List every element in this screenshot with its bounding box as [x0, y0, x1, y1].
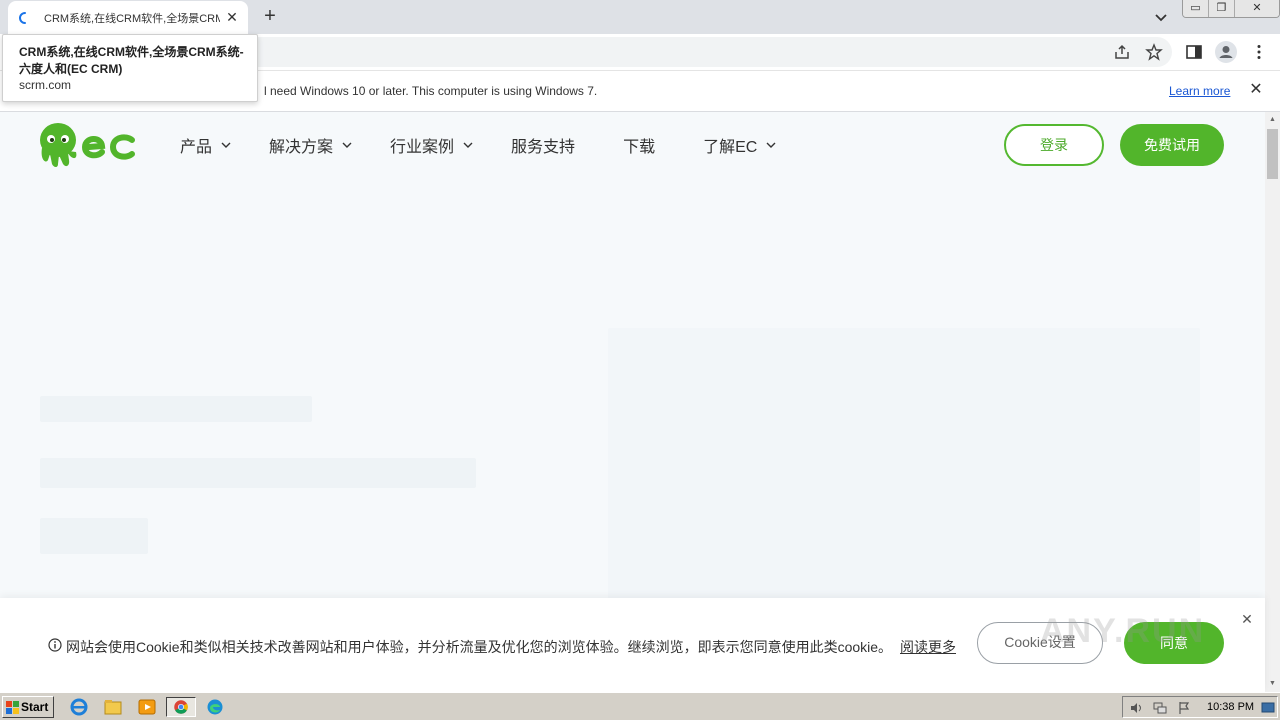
close-window-button[interactable]: ✕ [1235, 0, 1279, 17]
chevron-down-icon [463, 142, 473, 148]
start-button[interactable]: Start [2, 696, 54, 718]
taskbar-clock[interactable]: 10:38 PM [1207, 701, 1254, 713]
chevron-down-icon [342, 142, 352, 148]
tab-hover-card: CRM系统,在线CRM软件,全场景CRM系统-六度人和(EC CRM) scrm… [2, 34, 258, 102]
tab-title: CRM系统,在线CRM软件,全场景CRM [44, 13, 220, 25]
scroll-down-arrow-icon[interactable]: ▼ [1268, 679, 1277, 688]
file-explorer-icon[interactable] [102, 697, 124, 717]
info-icon [48, 638, 62, 652]
infobar-close-icon[interactable]: ✕ [1248, 82, 1264, 98]
nav-item-products[interactable]: 产品 [180, 134, 231, 156]
network-icon[interactable] [1153, 701, 1167, 715]
chrome-icon[interactable] [166, 697, 196, 717]
free-trial-button[interactable]: 免费试用 [1120, 124, 1224, 166]
nav-label: 产品 [180, 139, 213, 156]
hero-placeholder-image [608, 328, 1200, 618]
ec-logo[interactable] [38, 120, 138, 170]
start-label: Start [21, 700, 49, 714]
chevron-down-icon [221, 142, 231, 148]
nav-label: 服务支持 [511, 139, 576, 156]
loading-spinner-icon [19, 12, 26, 24]
windows-taskbar: Start 10:38 PM [0, 692, 1280, 720]
internet-explorer-icon[interactable] [68, 697, 90, 717]
infobar-message: l need Windows 10 or later. This compute… [264, 84, 598, 98]
scroll-thumb[interactable] [1267, 129, 1278, 179]
cookie-close-icon[interactable]: ✕ [1240, 612, 1254, 626]
nav-item-cases[interactable]: 行业案例 [390, 134, 473, 156]
nav-item-about[interactable]: 了解EC [703, 134, 776, 156]
new-tab-button[interactable]: + [258, 5, 282, 29]
hero-placeholder-button [40, 518, 148, 554]
cookie-read-more-link[interactable]: 阅读更多 [900, 637, 956, 657]
side-panel-icon[interactable] [1185, 43, 1203, 61]
profile-avatar-icon[interactable] [1215, 41, 1237, 63]
window-controls: ▭ ❐ ✕ [1182, 0, 1280, 18]
tab-close-icon[interactable]: ✕ [224, 9, 240, 25]
address-bar[interactable] [140, 37, 1172, 67]
media-player-icon[interactable] [136, 697, 158, 717]
nav-item-download[interactable]: 下载 [623, 134, 655, 156]
nav-item-solutions[interactable]: 解决方案 [269, 134, 352, 156]
share-icon[interactable] [1113, 43, 1131, 61]
system-tray: 10:38 PM [1122, 696, 1278, 718]
cookie-banner: 网站会使用Cookie和类似相关技术改善网站和用户体验，并分析流量及优化您的浏览… [0, 598, 1265, 692]
page-scrollbar[interactable]: ▲ ▼ [1265, 112, 1280, 692]
minimize-button[interactable]: ▭ [1183, 0, 1209, 17]
nav-label: 解决方案 [269, 139, 334, 156]
tab-search-chevron-icon[interactable] [1152, 8, 1170, 26]
nav-item-support[interactable]: 服务支持 [511, 134, 575, 156]
login-button[interactable]: 登录 [1004, 124, 1104, 166]
chevron-down-icon [766, 142, 776, 148]
nav-label: 下载 [623, 139, 656, 156]
nav-label: 了解EC [703, 139, 758, 156]
hero-placeholder-subtitle [40, 458, 476, 488]
hero-placeholder-title [40, 396, 312, 422]
browser-tab[interactable]: CRM系统,在线CRM软件,全场景CRM ✕ [8, 1, 248, 34]
volume-icon[interactable] [1129, 701, 1143, 715]
restore-button[interactable]: ❐ [1209, 0, 1235, 17]
bookmark-star-icon[interactable] [1145, 43, 1163, 61]
show-desktop-icon[interactable] [1261, 701, 1275, 715]
hover-card-url: scrm.com [19, 78, 71, 92]
more-menu-icon[interactable] [1250, 43, 1268, 61]
scroll-up-arrow-icon[interactable]: ▲ [1268, 115, 1277, 124]
main-nav: 产品 解决方案 行业案例 服务支持 下载 了解EC [180, 134, 776, 156]
learn-more-link[interactable]: Learn more [1169, 84, 1230, 98]
anyrun-watermark: ANY.RUN [1040, 612, 1206, 650]
cookie-message: 网站会使用Cookie和类似相关技术改善网站和用户体验，并分析流量及优化您的浏览… [66, 639, 893, 655]
windows-logo-icon [6, 701, 19, 714]
site-header: 产品 解决方案 行业案例 服务支持 下载 了解EC 登录 免费试用 [0, 112, 1265, 178]
nav-label: 行业案例 [390, 139, 455, 156]
hover-card-title: CRM系统,在线CRM软件,全场景CRM系统-六度人和(EC CRM) [19, 45, 244, 76]
action-center-flag-icon[interactable] [1177, 701, 1191, 715]
browser-tab-strip: CRM系统,在线CRM软件,全场景CRM ✕ + ▭ ❐ ✕ [0, 0, 1280, 34]
edge-icon[interactable] [204, 697, 226, 717]
